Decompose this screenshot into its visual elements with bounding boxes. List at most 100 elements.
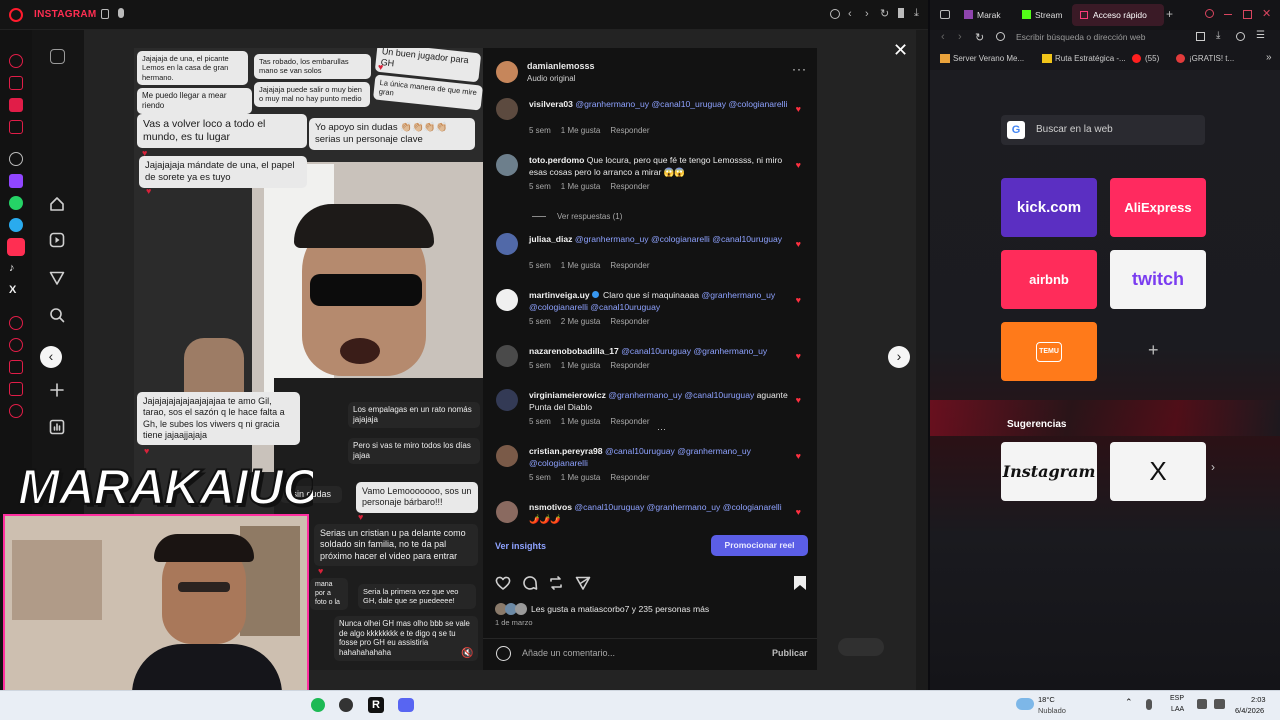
comment-likes[interactable]: 1 Me gusta	[561, 126, 601, 135]
menu-icon[interactable]: ☰	[1256, 30, 1265, 41]
commenter-avatar[interactable]	[496, 389, 518, 411]
comment-like-icon[interactable]: ♥	[796, 451, 801, 461]
volume-icon[interactable]	[1214, 699, 1225, 709]
create-icon[interactable]	[49, 382, 65, 398]
suggestion-x[interactable]: X	[1110, 442, 1206, 501]
clock-icon[interactable]	[9, 338, 23, 352]
history-icon[interactable]	[9, 120, 23, 134]
comment-likes[interactable]: 1 Me gusta	[561, 417, 601, 426]
comment-likes[interactable]: 1 Me gusta	[561, 473, 601, 482]
page-scrollbar[interactable]	[916, 30, 928, 690]
commenter-username[interactable]: nazarenobobadilla_17	[529, 346, 619, 356]
comment-like-icon[interactable]: ♥	[796, 104, 801, 114]
next-post-button[interactable]: ›	[888, 346, 910, 368]
player-icon[interactable]	[9, 316, 23, 330]
comment-like-icon[interactable]: ♥	[796, 295, 801, 305]
home-icon[interactable]	[49, 196, 65, 212]
mic-tray-icon[interactable]	[1146, 699, 1152, 710]
suggestions-next-icon[interactable]: ›	[1211, 460, 1215, 474]
commenter-username[interactable]: virginiameierowicz	[529, 390, 606, 400]
comment-icon[interactable]	[522, 575, 538, 591]
add-speed-dial-icon[interactable]: +	[1148, 340, 1159, 361]
bookmark-item[interactable]: ¡GRATIS! t...	[1189, 54, 1234, 63]
chatgpt-icon[interactable]	[9, 152, 23, 166]
insights-link[interactable]: Ver insights	[495, 541, 546, 551]
minimize-icon[interactable]	[1224, 14, 1232, 16]
reply-button[interactable]: Responder	[610, 473, 649, 482]
clock-date[interactable]: 6/4/2026	[1235, 706, 1264, 715]
comment-like-icon[interactable]: ♥	[796, 160, 801, 170]
like-icon[interactable]	[495, 575, 511, 591]
likes-summary[interactable]: Les gusta a matiascorbo7 y 235 personas …	[531, 604, 709, 614]
commenter-username[interactable]: toto.perdomo	[529, 155, 584, 165]
save-icon[interactable]	[793, 575, 807, 591]
web-search-box[interactable]: G Buscar en la web	[1001, 115, 1205, 145]
reply-button[interactable]: Responder	[610, 361, 649, 370]
extensions-icon[interactable]	[9, 382, 23, 396]
telegram-icon[interactable]	[9, 218, 23, 232]
reply-button[interactable]: Responder	[610, 417, 649, 426]
comment-mentions[interactable]: @granhermano_uy @canal10_uruguay @cologi…	[575, 99, 787, 109]
maximize-icon[interactable]	[1243, 10, 1252, 19]
download-icon[interactable]: ⤓	[1216, 30, 1220, 41]
promote-reel-button[interactable]: Promocionar reel	[711, 535, 808, 556]
more-options-icon[interactable]: ···	[792, 62, 807, 76]
commenter-avatar[interactable]	[496, 98, 518, 120]
profile-icon[interactable]	[1236, 32, 1245, 41]
instagram-panel-icon[interactable]	[7, 238, 25, 256]
reply-button[interactable]: Responder	[610, 126, 649, 135]
search-icon[interactable]	[49, 307, 65, 323]
pin-icon[interactable]	[898, 8, 904, 18]
prev-post-button[interactable]: ‹	[40, 346, 62, 368]
speed-dial-aliexpress[interactable]: AliExpress	[1110, 178, 1206, 237]
region-code[interactable]: LAA	[1171, 706, 1184, 713]
new-tab-icon[interactable]: +	[1166, 7, 1173, 21]
whatsapp-icon[interactable]	[9, 196, 23, 210]
download-icon[interactable]: ⤓	[914, 7, 919, 20]
author-avatar[interactable]	[496, 61, 518, 83]
language-code[interactable]: ESP	[1170, 695, 1184, 702]
bookmark-item[interactable]: Server Verano Me...	[953, 54, 1024, 63]
comment-likes[interactable]: 1 Me gusta	[561, 361, 601, 370]
messenger-icon[interactable]	[9, 98, 23, 112]
commenter-username[interactable]: cristian.pereyra98	[529, 446, 603, 456]
speed-dial-kick[interactable]: kick.com	[1001, 178, 1097, 237]
comment-mentions[interactable]: @canal10uruguay @granhermano_uy @cologia…	[574, 502, 781, 512]
commenter-username[interactable]: visilvera03	[529, 99, 573, 109]
snapshot-icon[interactable]	[1196, 32, 1205, 41]
back-icon[interactable]: ‹	[941, 31, 945, 43]
weather-condition[interactable]: Nublado	[1038, 706, 1066, 715]
twitch-icon[interactable]	[9, 174, 23, 188]
commenter-username[interactable]: juliaa_diaz	[529, 234, 572, 244]
view-replies-link[interactable]: Ver respuestas (1)	[557, 212, 622, 221]
commenter-avatar[interactable]	[496, 233, 518, 255]
comment-mentions[interactable]: @canal10uruguay @granhermano_uy	[621, 346, 767, 356]
app-r-icon[interactable]: R	[368, 697, 384, 713]
discord-icon[interactable]	[398, 698, 414, 712]
comment-likes[interactable]: 1 Me gusta	[561, 182, 601, 191]
publish-button[interactable]: Publicar	[772, 648, 808, 658]
spotify-icon[interactable]	[311, 698, 325, 712]
share-icon[interactable]	[575, 575, 591, 591]
reels-icon[interactable]	[49, 232, 65, 248]
tab-list-icon[interactable]	[940, 10, 950, 19]
reply-button[interactable]: Responder	[610, 182, 649, 191]
more-bookmarks-icon[interactable]: »	[1266, 52, 1272, 63]
tiktok-icon[interactable]: ♪	[9, 262, 23, 276]
clock-time[interactable]: 2:03	[1251, 695, 1266, 704]
address-input[interactable]: Escribir búsqueda o dirección web	[1016, 32, 1145, 42]
reply-button[interactable]: Responder	[610, 261, 649, 270]
comment-like-icon[interactable]: ♥	[796, 507, 801, 517]
author-username[interactable]: damianlemosss	[527, 61, 595, 71]
commenter-avatar[interactable]	[496, 445, 518, 467]
comment-mentions[interactable]: @granhermano_uy @cologianarelli @canal10…	[575, 234, 782, 244]
comment-like-icon[interactable]: ♥	[796, 239, 801, 249]
comment-likes[interactable]: 1 Me gusta	[561, 261, 601, 270]
reload-icon[interactable]: ↻	[975, 31, 984, 44]
tray-overflow-icon[interactable]: ⌃	[1125, 697, 1133, 708]
tab-speed-dial[interactable]: Acceso rápido	[1072, 4, 1164, 26]
suggestion-instagram[interactable]: Instagram	[1001, 442, 1097, 501]
reload-icon[interactable]: ↻	[880, 7, 889, 20]
close-window-icon[interactable]: ✕	[1262, 7, 1271, 20]
commenter-username[interactable]: martinveiga.uy	[529, 290, 590, 300]
